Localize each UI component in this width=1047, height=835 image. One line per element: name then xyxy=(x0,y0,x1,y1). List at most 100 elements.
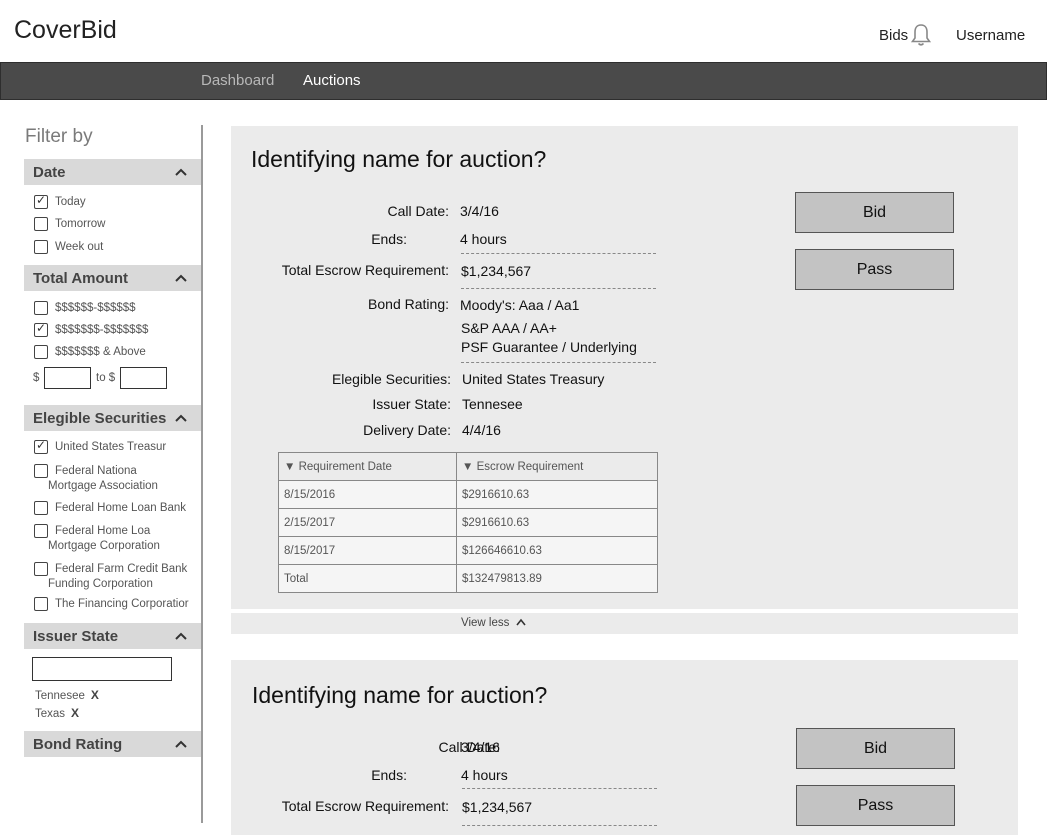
table-cell: $2916610.63 xyxy=(456,480,658,509)
sort-down-icon[interactable]: ▼ xyxy=(284,461,299,473)
issuer-filter-header[interactable]: Issuer State xyxy=(24,623,201,649)
securities-option-4-label-line2: Mortgage Corporation xyxy=(48,540,160,552)
issuer-state-input[interactable] xyxy=(32,657,172,681)
table-row-total: Total $132479813.89 xyxy=(278,564,658,593)
amount-option-1-checkbox[interactable] xyxy=(34,301,48,315)
securities-option-6-checkbox[interactable] xyxy=(34,597,48,611)
securities-option-2-label-line2: Mortgage Association xyxy=(48,480,158,492)
chevron-up-icon[interactable] xyxy=(515,618,526,626)
view-less-label: View less xyxy=(461,617,510,629)
amount-from-input[interactable] xyxy=(44,367,91,389)
column-header-escrow-requirement[interactable]: ▼ Escrow Requirement xyxy=(456,452,658,481)
securities-option-5-checkbox[interactable] xyxy=(34,562,48,576)
navbar xyxy=(0,62,1047,100)
bell-icon[interactable] xyxy=(910,23,932,47)
issuer-tag-texas: Texas X xyxy=(35,706,79,720)
escrow-label: Total Escrow Requirement: xyxy=(281,798,449,814)
check-icon: ✓ xyxy=(36,193,47,207)
call-date-label: Call Date: xyxy=(387,203,449,219)
date-weekout-label: Week out xyxy=(55,241,104,253)
divider xyxy=(462,788,657,789)
date-tomorrow-checkbox[interactable] xyxy=(34,217,48,231)
date-filter-header[interactable]: Date xyxy=(24,159,201,185)
call-date-value: 3/4/16 xyxy=(461,739,500,755)
table-cell: 8/15/2016 xyxy=(278,480,457,509)
column-header-label: Escrow Requirement xyxy=(476,460,584,473)
chevron-up-icon[interactable] xyxy=(175,413,187,423)
ends-label: Ends: xyxy=(371,231,407,247)
ends-label: Ends: xyxy=(371,767,407,783)
securities-option-1-checkbox[interactable]: ✓ xyxy=(34,438,48,454)
securities-option-4-checkbox[interactable] xyxy=(34,524,48,538)
pass-button[interactable]: Pass xyxy=(795,249,954,290)
table-cell: 2/15/2017 xyxy=(278,508,457,537)
securities-filter-header[interactable]: Elegible Securities xyxy=(24,405,201,431)
bond-rating-filter-header[interactable]: Bond Rating xyxy=(24,731,201,757)
rating-psf: PSF Guarantee / Underlying xyxy=(461,339,637,355)
check-icon: ✓ xyxy=(36,321,47,335)
securities-option-5-label: Federal Farm Credit Bank xyxy=(55,563,188,575)
rating-sp: S&P AAA / AA+ xyxy=(461,320,557,336)
escrow-value: $1,234,567 xyxy=(461,263,532,279)
sort-down-icon[interactable]: ▼ xyxy=(462,461,477,473)
securities-option-3-label: Federal Home Loan Bank xyxy=(55,502,187,514)
amount-filter-title: Total Amount xyxy=(33,270,128,287)
securities-option-4-label: Federal Home Loa xyxy=(55,525,151,537)
pass-button[interactable]: Pass xyxy=(796,785,955,826)
bid-button[interactable]: Bid xyxy=(796,728,955,769)
column-header-requirement-date[interactable]: ▼ Requirement Date xyxy=(278,452,457,481)
ends-value: 4 hours xyxy=(460,231,507,247)
issuer-tag-tennesee: Tennesee X xyxy=(35,688,99,702)
table-row: 8/15/2017 $126646610.63 xyxy=(278,536,658,565)
chevron-up-icon[interactable] xyxy=(175,631,187,641)
nav-dashboard[interactable]: Dashboard xyxy=(201,72,274,89)
table-row: 8/15/2016 $2916610.63 xyxy=(278,480,658,509)
brand-logo[interactable]: CoverBid xyxy=(14,16,117,45)
nav-auctions[interactable]: Auctions xyxy=(303,72,361,89)
chevron-up-icon[interactable] xyxy=(175,273,187,283)
escrow-value: $1,234,567 xyxy=(462,799,533,815)
divider xyxy=(462,825,657,826)
date-today-label: Today xyxy=(55,196,86,208)
date-weekout-checkbox[interactable] xyxy=(34,240,48,254)
amount-to-input[interactable] xyxy=(120,367,167,389)
view-less-link[interactable]: View less xyxy=(461,617,526,629)
bid-button[interactable]: Bid xyxy=(795,192,954,233)
issuer-state-label: Issuer State: xyxy=(372,396,451,412)
amount-to-label: to $ xyxy=(96,372,116,384)
issuer-filter-title: Issuer State xyxy=(33,628,119,645)
table-cell: $126646610.63 xyxy=(456,536,658,565)
table-cell: $132479813.89 xyxy=(456,564,658,593)
issuer-tag-label: Tennesee xyxy=(35,690,85,702)
securities-option-5-label-line2: Funding Corporation xyxy=(48,578,153,590)
securities-option-2-label: Federal Nationa xyxy=(55,465,137,477)
date-filter-title: Date xyxy=(33,164,66,181)
view-less-bar[interactable]: View less xyxy=(231,613,1018,634)
divider xyxy=(461,253,656,254)
securities-filter-title: Elegible Securities xyxy=(33,410,167,427)
delivery-date-value: 4/4/16 xyxy=(462,422,501,438)
sidebar-divider xyxy=(201,125,203,823)
bids-link[interactable]: Bids xyxy=(879,27,908,44)
filter-title: Filter by xyxy=(25,126,93,147)
issuer-tag-label: Texas xyxy=(35,708,66,720)
chevron-up-icon[interactable] xyxy=(175,739,187,749)
amount-option-3-checkbox[interactable] xyxy=(34,345,48,359)
escrow-requirements-table: ▼ Requirement Date ▼ Escrow Requirement … xyxy=(278,452,658,593)
amount-option-2-checkbox[interactable]: ✓ xyxy=(34,321,48,337)
chevron-up-icon[interactable] xyxy=(175,167,187,177)
call-date-value: 3/4/16 xyxy=(460,203,499,219)
securities-option-3-checkbox[interactable] xyxy=(34,501,48,515)
remove-tag-icon[interactable]: X xyxy=(71,706,79,720)
remove-tag-icon[interactable]: X xyxy=(91,688,99,702)
amount-from-label: $ xyxy=(33,372,40,384)
amount-filter-header[interactable]: Total Amount xyxy=(24,265,201,291)
securities-option-2-checkbox[interactable] xyxy=(34,464,48,478)
date-today-checkbox[interactable]: ✓ xyxy=(34,193,48,209)
securities-option-1-label: United States Treasur xyxy=(55,441,167,453)
auction-title: Identifying name for auction? xyxy=(251,146,547,172)
check-icon: ✓ xyxy=(36,438,47,452)
username-menu[interactable]: Username xyxy=(956,27,1025,44)
issuer-state-value: Tennesee xyxy=(462,396,523,412)
rating-moodys: Moody's: Aaa / Aa1 xyxy=(460,297,580,313)
